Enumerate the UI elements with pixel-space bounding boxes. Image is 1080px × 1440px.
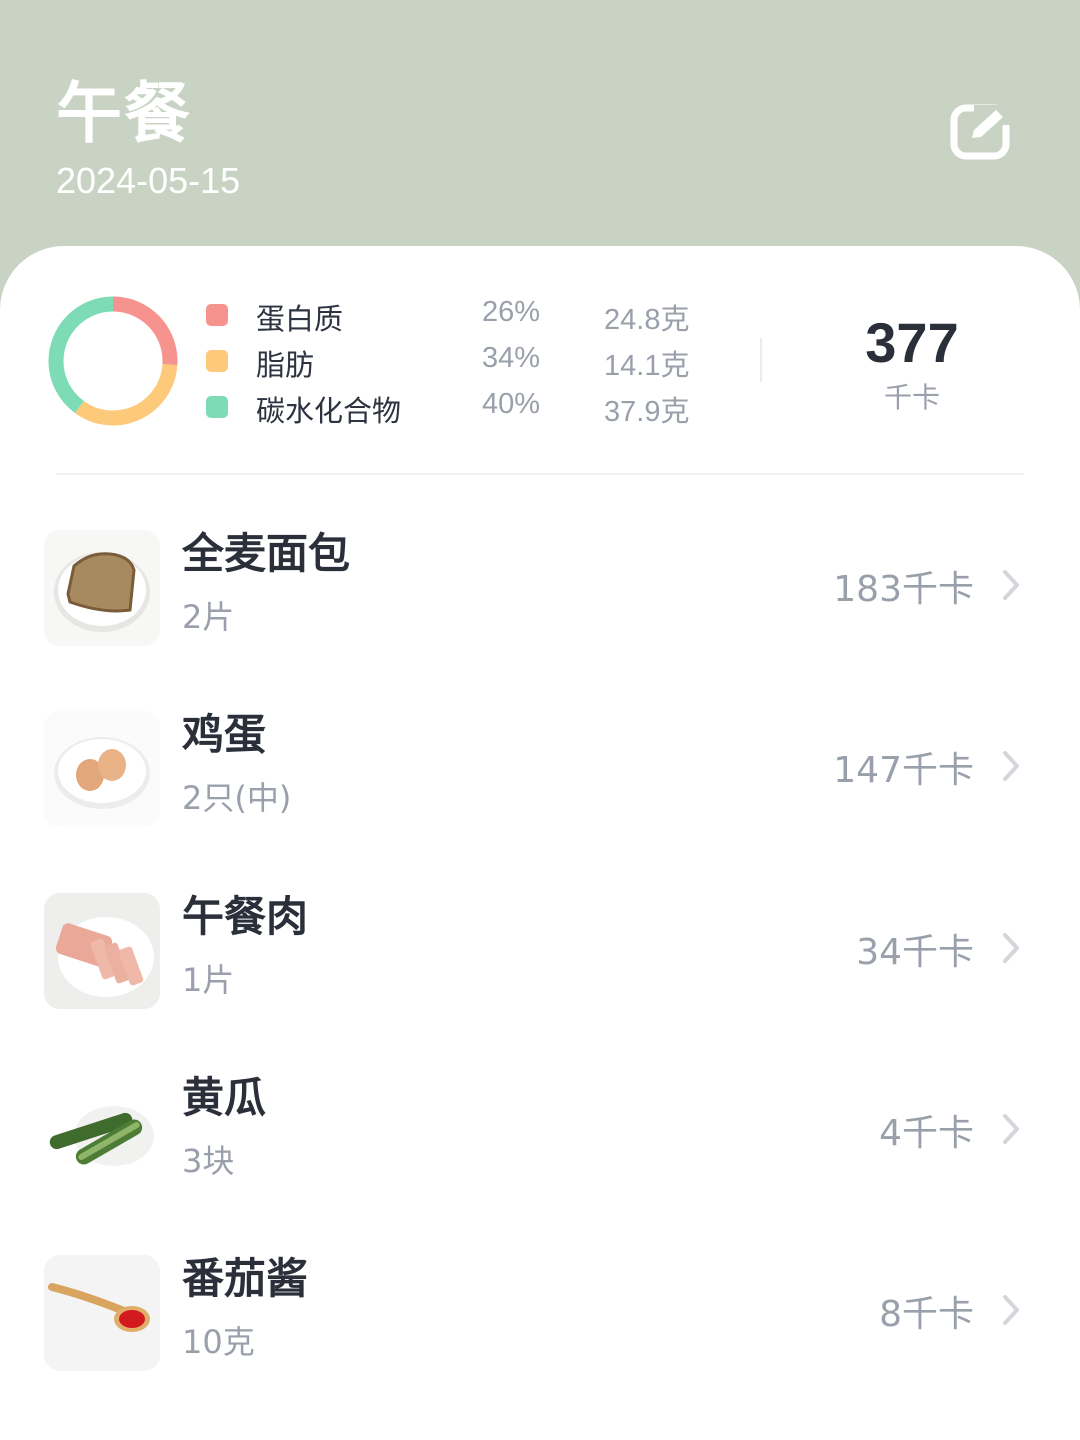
- food-name: 午餐肉: [182, 892, 309, 941]
- food-quantity: 10克: [182, 1323, 255, 1361]
- meal-date: 2024-05-15: [56, 160, 241, 201]
- total-kcal-unit: 千卡: [883, 381, 940, 414]
- fat-color-dot: [206, 350, 228, 372]
- food-kcal: 34千卡: [856, 932, 974, 973]
- fat-percent: 34%: [482, 342, 541, 374]
- food-item-eggs[interactable]: 鸡蛋 2只(中) 147千卡: [0, 710, 1080, 861]
- food-name: 番茄酱: [182, 1254, 309, 1303]
- chevron-right-icon: [1003, 1114, 1019, 1144]
- carbs-color-dot: [206, 396, 228, 418]
- protein-grams: 24.8克: [604, 304, 690, 336]
- protein-color-dot: [206, 304, 228, 326]
- edit-icon: [950, 104, 1014, 160]
- food-name: 全麦面包: [182, 529, 351, 578]
- carbs-percent: 40%: [482, 388, 541, 420]
- chevron-right-icon: [1003, 570, 1019, 600]
- food-kcal: 147千卡: [833, 750, 974, 791]
- protein-label: 蛋白质: [256, 302, 344, 336]
- food-kcal: 8千卡: [879, 1294, 974, 1335]
- header: 午餐 2024-05-15: [0, 0, 1080, 280]
- chevron-right-icon: [1003, 1295, 1019, 1325]
- eggs-image: [44, 711, 160, 827]
- page-title: 午餐: [56, 75, 192, 152]
- ketchup-image: [44, 1255, 160, 1371]
- food-quantity: 2只(中): [182, 779, 292, 817]
- protein-percent: 26%: [482, 296, 541, 328]
- cucumber-image: [44, 1074, 160, 1190]
- food-item-luncheon-meat[interactable]: 午餐肉 1片 34千卡: [0, 892, 1080, 1043]
- food-name: 鸡蛋: [182, 710, 267, 759]
- food-item-bread[interactable]: 全麦面包 2片 183千卡: [0, 529, 1080, 680]
- summary-divider: [760, 338, 762, 382]
- carbs-grams: 37.9克: [604, 396, 690, 428]
- carbs-label: 碳水化合物: [256, 394, 402, 428]
- food-kcal: 4千卡: [879, 1113, 974, 1154]
- food-quantity: 3块: [182, 1142, 235, 1180]
- food-item-ketchup[interactable]: 番茄酱 10克 8千卡: [0, 1254, 1080, 1405]
- edit-button[interactable]: [948, 102, 1014, 162]
- chevron-right-icon: [1003, 751, 1019, 781]
- food-name: 黄瓜: [182, 1073, 267, 1122]
- food-quantity: 2片: [182, 598, 235, 636]
- chevron-right-icon: [1003, 933, 1019, 963]
- section-divider: [56, 473, 1024, 475]
- food-quantity: 1片: [182, 961, 235, 999]
- food-item-cucumber[interactable]: 黄瓜 3块 4千卡: [0, 1073, 1080, 1224]
- fat-label: 脂肪: [256, 348, 315, 382]
- macro-donut-chart: [48, 296, 178, 426]
- total-kcal: 377: [865, 311, 959, 374]
- luncheon-meat-image: [44, 893, 160, 1009]
- fat-grams: 14.1克: [604, 350, 690, 382]
- bread-image: [44, 530, 160, 646]
- food-kcal: 183千卡: [833, 569, 974, 610]
